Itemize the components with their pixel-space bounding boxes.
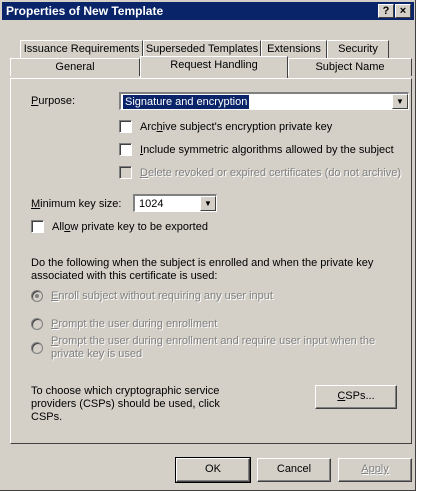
prompt-require-input-radio[interactable] [31, 342, 43, 354]
title-bar[interactable]: Properties of New Template ? × [2, 2, 414, 20]
help-button[interactable]: ? [378, 4, 394, 18]
csp-description: To choose which cryptographic service pr… [31, 385, 220, 423]
purpose-label: Purpose: [31, 95, 76, 107]
tab-issuance-requirements[interactable]: Issuance Requirements [20, 40, 143, 58]
chevron-down-icon: ▼ [396, 97, 404, 106]
tab-request-handling[interactable]: Request Handling [140, 56, 288, 78]
purpose-select[interactable]: Signature and encryption ▼ [119, 92, 409, 110]
close-button[interactable]: × [395, 4, 411, 18]
cancel-button[interactable]: Cancel [257, 458, 331, 482]
prompt-user-label: Prompt the user during enrollment [51, 318, 218, 330]
prompt-user-radio[interactable] [31, 318, 43, 330]
allow-export-checkbox[interactable] [31, 220, 44, 233]
enroll-without-input-label: Enroll subject without requiring any use… [51, 290, 273, 302]
purpose-dropdown-button[interactable]: ▼ [392, 94, 408, 109]
min-key-size-select[interactable]: 1024 ▼ [133, 194, 217, 212]
chevron-down-icon: ▼ [204, 199, 212, 208]
close-icon: × [399, 5, 407, 17]
enroll-description: Do the following when the subject is enr… [31, 257, 374, 282]
allow-export-label[interactable]: Allow private key to be exported [52, 221, 208, 233]
apply-button[interactable]: Apply [338, 458, 412, 482]
include-symmetric-label[interactable]: Include symmetric algorithms allowed by … [140, 144, 394, 156]
archive-key-checkbox[interactable] [119, 120, 132, 133]
purpose-value: Signature and encryption [123, 95, 250, 109]
prompt-require-input-label: Prompt the user during enrollment and re… [51, 335, 376, 360]
properties-dialog: Properties of New Template ? × Issuance … [0, 0, 416, 491]
min-key-dropdown-button[interactable]: ▼ [200, 196, 216, 211]
archive-key-label[interactable]: Archive subject's encryption private key [140, 121, 332, 133]
delete-revoked-checkbox[interactable] [119, 166, 132, 179]
delete-revoked-label: Delete revoked or expired certificates (… [140, 167, 402, 179]
request-handling-panel: Purpose: Signature and encryption ▼ Arch… [10, 78, 412, 444]
enroll-without-input-radio[interactable] [31, 290, 43, 302]
ok-button[interactable]: OK [175, 457, 251, 483]
tab-general[interactable]: General [10, 58, 140, 76]
tab-subject-name[interactable]: Subject Name [288, 58, 412, 76]
tab-security[interactable]: Security [327, 40, 389, 58]
window-title: Properties of New Template [6, 4, 164, 18]
csps-button[interactable]: CSPs... [315, 385, 397, 409]
min-key-size-value: 1024 [139, 198, 164, 210]
min-key-size-label: Minimum key size: [31, 198, 122, 210]
include-symmetric-checkbox[interactable] [119, 143, 132, 156]
